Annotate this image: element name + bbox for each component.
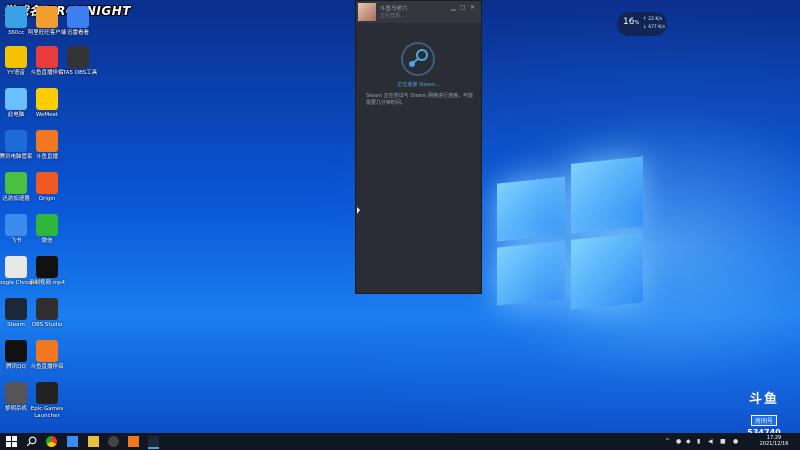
tray-mic-icon[interactable]: ● bbox=[676, 438, 681, 445]
desktop-icon[interactable]: OBS Studio bbox=[25, 298, 69, 329]
app-icon bbox=[36, 340, 58, 362]
minimize-icon[interactable]: ▁ bbox=[451, 4, 456, 11]
desktop-icon-label: GTA5 OBS工具 bbox=[58, 70, 98, 76]
app-icon bbox=[5, 88, 27, 110]
cpu-usage-value: 16% bbox=[623, 17, 640, 27]
app-icon bbox=[5, 382, 27, 404]
desktop-icon[interactable]: 迅雷看看 bbox=[56, 6, 100, 37]
desktop-icon[interactable]: WeMeet bbox=[25, 88, 69, 119]
tray-wechat-icon[interactable]: ● bbox=[733, 438, 738, 445]
app-icon bbox=[67, 46, 89, 68]
tray-chevron-up-icon[interactable]: ^ bbox=[665, 438, 670, 445]
douyu-taskbar-icon[interactable] bbox=[128, 436, 139, 447]
app-icon bbox=[36, 88, 58, 110]
app-icon bbox=[36, 382, 58, 404]
tray-volume-icon[interactable]: ◀ bbox=[708, 438, 713, 445]
desktop-icon[interactable]: 斗鱼直播 bbox=[25, 130, 69, 161]
app-icon bbox=[5, 214, 27, 236]
download-speed: ↓ 677 K/s bbox=[643, 25, 666, 30]
desktop-icon-label: OBS Studio bbox=[31, 322, 63, 328]
mouse-cursor bbox=[357, 207, 360, 214]
douyu-brand: 斗鱼 bbox=[748, 392, 779, 407]
douyu-watermark: 斗鱼 房间号 534740 bbox=[741, 392, 787, 438]
app-icon bbox=[5, 340, 27, 362]
network-speed-widget[interactable]: 16% ↑ 22 K/s ↓ 677 K/s bbox=[617, 12, 667, 36]
room-label: 房间号 bbox=[750, 415, 777, 426]
app-icon bbox=[36, 214, 58, 236]
steam-connecting-text: 正在连接 Steam... bbox=[397, 82, 440, 88]
desktop-icon-label: 斗鱼直播伴侣 bbox=[30, 364, 64, 370]
obs-taskbar-icon[interactable] bbox=[108, 436, 119, 447]
desktop-icon[interactable]: 录制视频.mp4 bbox=[25, 256, 69, 287]
steam-logo-icon bbox=[401, 42, 435, 76]
app-icon bbox=[5, 46, 27, 68]
close-icon[interactable]: ✕ bbox=[470, 4, 475, 11]
steam-username: 斗鱼马老六 bbox=[380, 6, 408, 12]
upload-speed: ↑ 22 K/s bbox=[643, 17, 663, 22]
app-icon bbox=[36, 172, 58, 194]
feishu-taskbar-icon[interactable] bbox=[67, 436, 78, 447]
desktop-icon-label: Origin bbox=[38, 196, 56, 202]
search-icon[interactable] bbox=[26, 436, 37, 447]
desktop-icon-label: 斗鱼直播 bbox=[35, 154, 58, 160]
steam-taskbar-icon[interactable] bbox=[148, 436, 159, 449]
maximize-icon[interactable]: □ bbox=[460, 4, 466, 11]
chrome-taskbar-icon[interactable] bbox=[46, 436, 57, 447]
desktop-icon-label: Epic Games Launcher bbox=[30, 406, 64, 419]
desktop-icon[interactable]: 斗鱼直播伴侣 bbox=[25, 340, 69, 371]
app-icon bbox=[36, 298, 58, 320]
tray-input-method-icon[interactable]: ■ bbox=[720, 438, 726, 445]
app-icon bbox=[5, 130, 27, 152]
folder-taskbar-icon[interactable] bbox=[88, 436, 99, 447]
taskbar: ^ ● ◆ ▮ ◀ ■ ● 17:29 2021/12/16 bbox=[0, 433, 800, 450]
desktop-icon[interactable]: GTA5 OBS工具 bbox=[56, 46, 100, 77]
steam-status: 正在登录... bbox=[380, 13, 405, 19]
desktop-icon-label: 录制视频.mp4 bbox=[28, 280, 66, 286]
app-icon bbox=[67, 6, 89, 28]
app-icon bbox=[5, 256, 27, 278]
app-icon bbox=[5, 172, 27, 194]
desktop-icon[interactable]: 微信 bbox=[25, 214, 69, 245]
app-icon bbox=[36, 6, 58, 28]
desktop-icon-label: 微信 bbox=[41, 238, 53, 244]
tray-network-icon[interactable]: ▮ bbox=[697, 438, 700, 445]
tray-shield-icon[interactable]: ◆ bbox=[686, 438, 691, 445]
windows-wallpaper-logo bbox=[497, 150, 643, 317]
desktop-icon[interactable]: Epic Games Launcher bbox=[25, 382, 69, 420]
app-icon bbox=[36, 256, 58, 278]
steam-login-window[interactable]: 斗鱼马老六 正在登录... ▁ □ ✕ 正在连接 Steam... Steam … bbox=[355, 0, 482, 294]
desktop-icon-label: WeMeet bbox=[35, 112, 59, 118]
clock-date: 2021/12/16 bbox=[759, 441, 789, 447]
app-icon bbox=[36, 46, 58, 68]
app-icon bbox=[36, 130, 58, 152]
steam-window-titlebar[interactable]: 斗鱼马老六 正在登录... ▁ □ ✕ bbox=[356, 1, 481, 23]
desktop-icon[interactable]: Origin bbox=[25, 172, 69, 203]
steam-message: Steam 正在尝试与 Steam 网络进行连接，可能需要几分钟时间。 bbox=[366, 93, 474, 106]
start-icon[interactable] bbox=[6, 436, 17, 447]
app-icon bbox=[5, 6, 27, 28]
app-icon bbox=[5, 298, 27, 320]
desktop-icon-label: 迅雷看看 bbox=[66, 30, 89, 36]
taskbar-clock[interactable]: 17:29 2021/12/16 bbox=[755, 435, 793, 447]
user-avatar bbox=[358, 3, 376, 21]
